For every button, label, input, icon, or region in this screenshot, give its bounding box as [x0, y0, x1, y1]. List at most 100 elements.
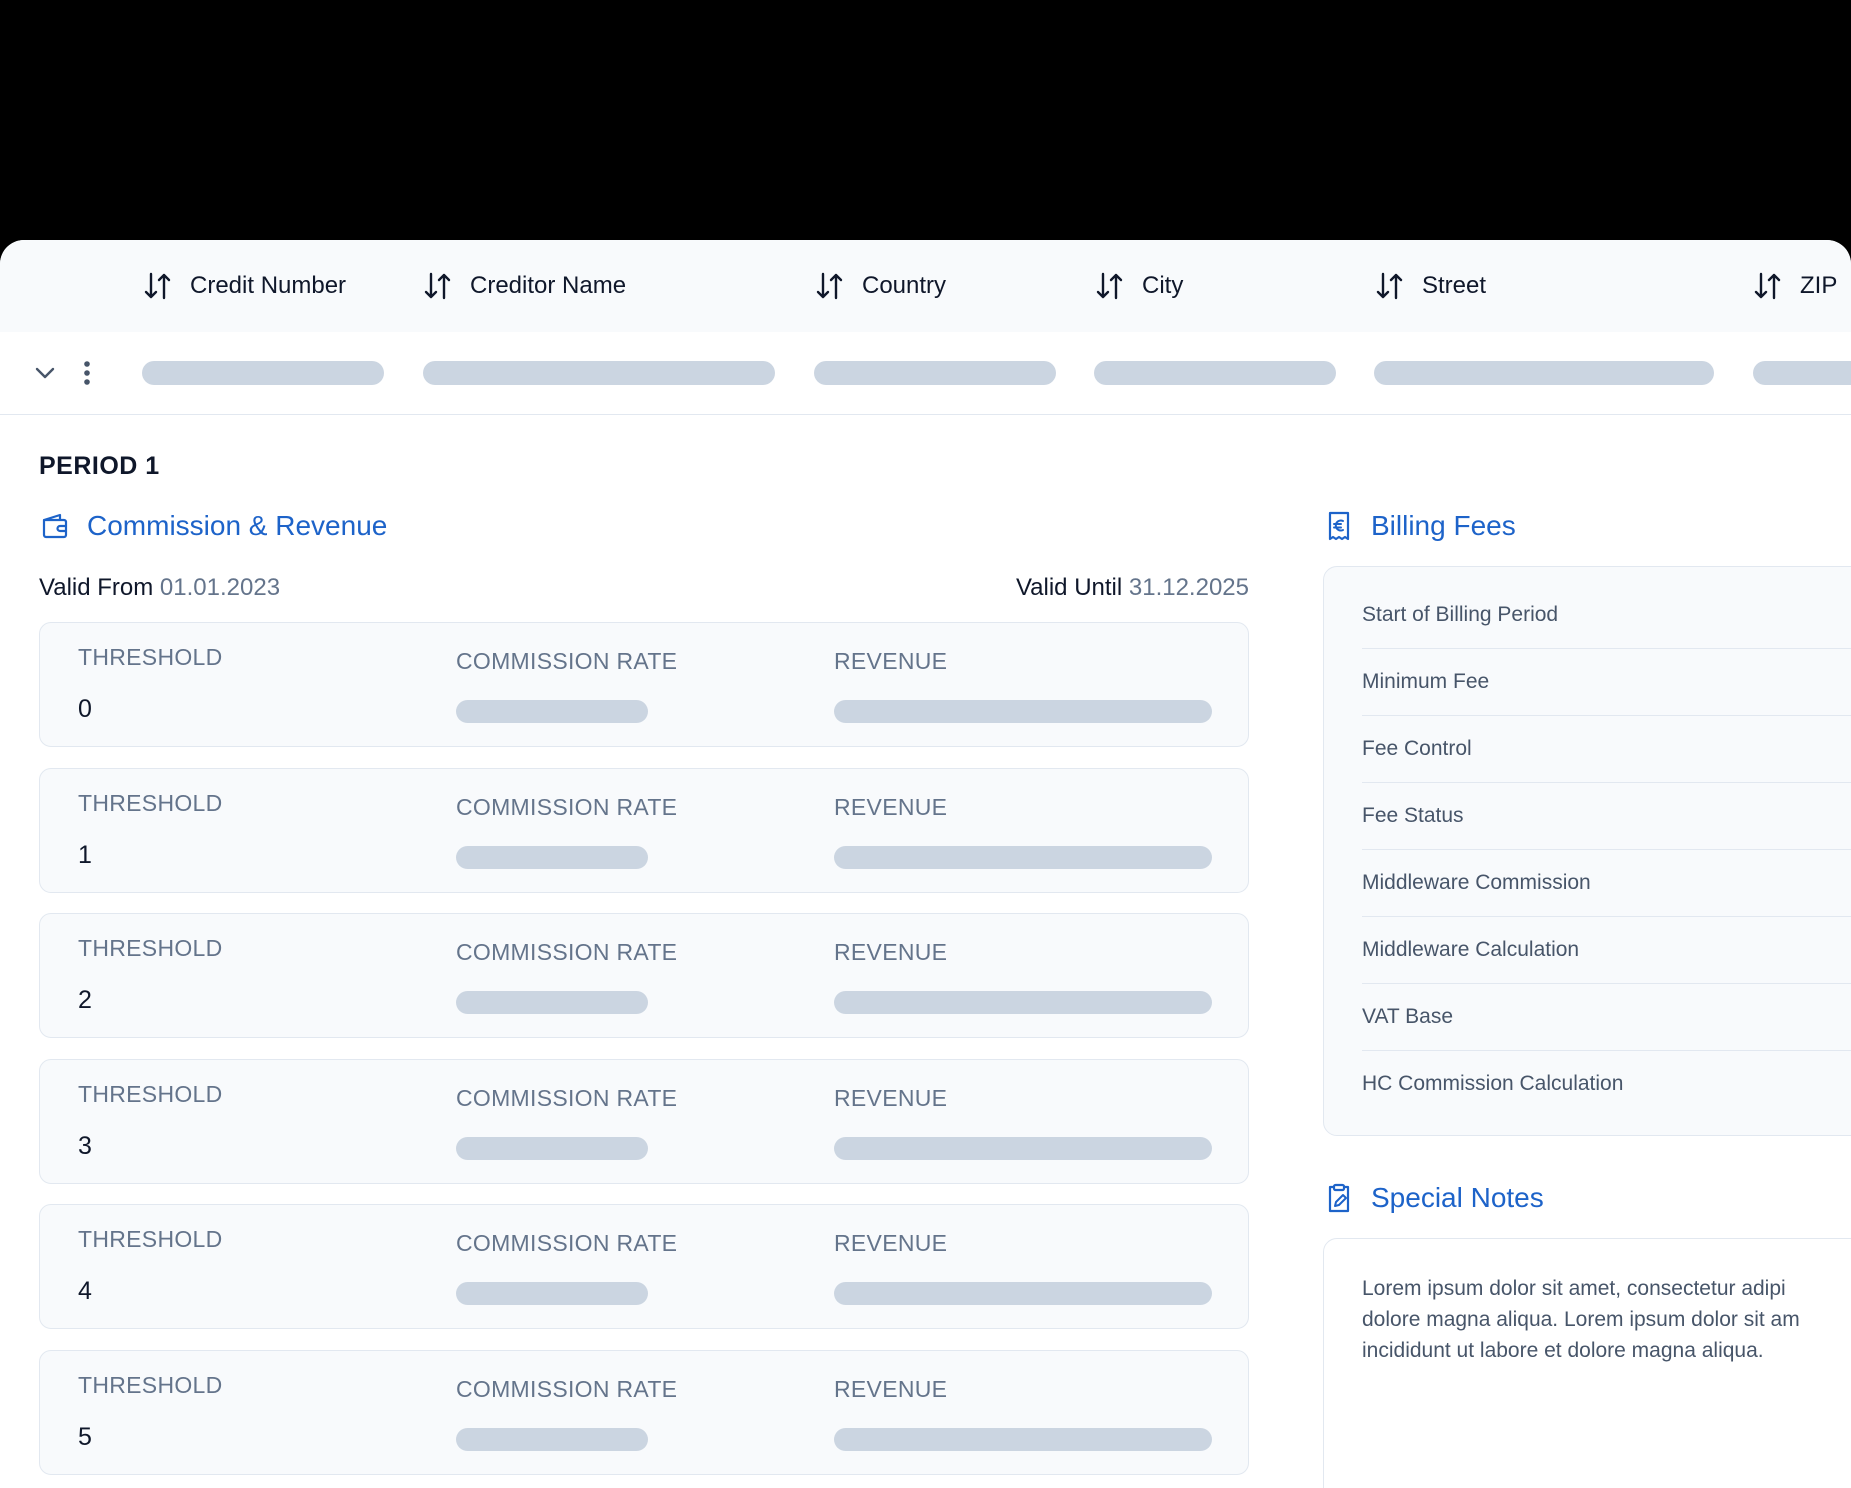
- billing-section-title: Billing Fees: [1323, 510, 1516, 542]
- threshold-label: THRESHOLD: [78, 644, 223, 670]
- column-label: City: [1142, 272, 1184, 299]
- threshold-card-3: THRESHOLD COMMISSION RATE REVENUE 3: [39, 1059, 1249, 1184]
- column-header-street[interactable]: Street: [1374, 240, 1486, 332]
- wallet-icon: [42, 513, 68, 539]
- revenue-label: REVENUE: [834, 1230, 948, 1256]
- threshold-value: 0: [78, 695, 92, 723]
- skeleton-creditor-name: [423, 361, 775, 385]
- skeleton-commission-rate: [456, 700, 648, 723]
- chevron-down-icon[interactable]: [28, 356, 62, 390]
- billing-item: VAT Base: [1362, 983, 1851, 1051]
- skeleton-credit-number: [142, 361, 384, 385]
- revenue-label: REVENUE: [834, 1376, 948, 1402]
- column-label: Credit Number: [190, 272, 347, 299]
- threshold-value: 5: [78, 1423, 92, 1451]
- column-header-credit-number[interactable]: Credit Number: [142, 240, 346, 332]
- special-notes-panel: Lorem ipsum dolor sit amet, consectetur …: [1323, 1238, 1851, 1488]
- sort-arrows-icon: [1096, 272, 1123, 300]
- valid-until: Valid Until 31.12.2025: [1016, 574, 1249, 602]
- billing-item: Minimum Fee: [1362, 648, 1851, 716]
- skeleton-revenue: [834, 1428, 1212, 1451]
- revenue-label: REVENUE: [834, 939, 948, 965]
- commission-rate-label: COMMISSION RATE: [456, 1376, 678, 1402]
- billing-item: HC Commission Calculation: [1362, 1071, 1624, 1095]
- column-header-country[interactable]: Country: [814, 240, 946, 332]
- valid-from: Valid From 01.01.2023: [39, 574, 280, 602]
- period-title: PERIOD 1: [39, 452, 160, 480]
- valid-until-value: 31.12.2025: [1128, 574, 1249, 601]
- skeleton-commission-rate: [456, 1428, 648, 1451]
- skeleton-zip: [1753, 361, 1851, 385]
- special-notes-text: Lorem ipsum dolor sit amet, consectetur …: [1362, 1273, 1851, 1366]
- commission-rate-label: COMMISSION RATE: [456, 648, 678, 674]
- sort-arrows-icon: [1376, 272, 1403, 300]
- column-label: Country: [862, 272, 947, 299]
- threshold-label: THRESHOLD: [78, 1226, 223, 1252]
- skeleton-revenue: [834, 700, 1212, 723]
- skeleton-revenue: [834, 1137, 1212, 1160]
- skeleton-country: [814, 361, 1056, 385]
- billing-fees-panel: Start of Billing Period Minimum Fee Fee …: [1323, 566, 1851, 1136]
- more-vertical-icon[interactable]: [70, 356, 104, 390]
- commission-rate-label: COMMISSION RATE: [456, 1230, 678, 1256]
- threshold-card-0: THRESHOLD COMMISSION RATE REVENUE 0: [39, 622, 1249, 747]
- column-label: Street: [1422, 272, 1487, 299]
- threshold-value: 1: [78, 841, 92, 869]
- column-header-city[interactable]: City: [1094, 240, 1183, 332]
- column-label: ZIP: [1800, 272, 1838, 299]
- billing-item: Start of Billing Period: [1362, 581, 1851, 649]
- notes-line: incididunt ut labore et dolore magna ali…: [1362, 1339, 1764, 1362]
- skeleton-revenue: [834, 846, 1212, 869]
- column-label: Creditor Name: [470, 272, 627, 299]
- valid-from-label: Valid From: [39, 574, 154, 601]
- valid-until-label: Valid Until: [1015, 574, 1123, 601]
- threshold-label: THRESHOLD: [78, 1372, 223, 1398]
- skeleton-city: [1094, 361, 1336, 385]
- billing-item: Middleware Calculation: [1362, 916, 1851, 984]
- billing-item: Fee Status: [1362, 782, 1851, 850]
- sort-arrows-icon: [816, 272, 843, 300]
- threshold-value: 4: [78, 1277, 92, 1305]
- threshold-card-5: THRESHOLD COMMISSION RATE REVENUE 5: [39, 1350, 1249, 1475]
- clipboard-edit-icon: [1328, 1183, 1350, 1213]
- threshold-label: THRESHOLD: [78, 790, 223, 816]
- skeleton-revenue: [834, 1282, 1212, 1305]
- billing-item: Fee Control: [1362, 715, 1851, 783]
- threshold-card-1: THRESHOLD COMMISSION RATE REVENUE 1: [39, 768, 1249, 893]
- notes-line: dolore magna aliqua. Lorem ipsum dolor s…: [1362, 1308, 1800, 1331]
- threshold-label: THRESHOLD: [78, 935, 223, 961]
- commission-rate-label: COMMISSION RATE: [456, 939, 678, 965]
- sort-arrows-icon: [144, 272, 171, 300]
- column-header-creditor-name[interactable]: Creditor Name: [422, 240, 626, 332]
- table-row[interactable]: [0, 332, 1851, 415]
- skeleton-commission-rate: [456, 991, 648, 1014]
- commission-rate-label: COMMISSION RATE: [456, 794, 678, 820]
- column-header-zip[interactable]: ZIP: [1752, 240, 1837, 332]
- skeleton-revenue: [834, 991, 1212, 1014]
- sort-arrows-icon: [1754, 272, 1781, 300]
- revenue-label: REVENUE: [834, 1085, 948, 1111]
- threshold-value: 3: [78, 1132, 92, 1160]
- threshold-value: 2: [78, 986, 92, 1014]
- revenue-label: REVENUE: [834, 794, 948, 820]
- skeleton-street: [1374, 361, 1714, 385]
- billing-section-label: Billing Fees: [1371, 510, 1516, 541]
- commission-section-label: Commission & Revenue: [87, 510, 388, 541]
- threshold-card-2: THRESHOLD COMMISSION RATE REVENUE 2: [39, 913, 1249, 1038]
- threshold-card-4: THRESHOLD COMMISSION RATE REVENUE 4: [39, 1204, 1249, 1329]
- notes-section-label: Special Notes: [1371, 1182, 1544, 1213]
- commission-rate-label: COMMISSION RATE: [456, 1085, 678, 1111]
- notes-section-title: Special Notes: [1323, 1182, 1544, 1214]
- billing-item: Middleware Commission: [1362, 849, 1851, 917]
- skeleton-commission-rate: [456, 846, 648, 869]
- skeleton-commission-rate: [456, 1282, 648, 1305]
- creditor-card: Credit Number Creditor Name Country City…: [0, 240, 1851, 1488]
- threshold-label: THRESHOLD: [78, 1081, 223, 1107]
- table-header: Credit Number Creditor Name Country City…: [0, 240, 1851, 333]
- valid-from-value: 01.01.2023: [159, 574, 281, 601]
- notes-line: Lorem ipsum dolor sit amet, consectetur …: [1362, 1277, 1786, 1300]
- euro-receipt-icon: [1328, 511, 1350, 541]
- revenue-label: REVENUE: [834, 648, 948, 674]
- skeleton-commission-rate: [456, 1137, 648, 1160]
- sort-arrows-icon: [424, 272, 451, 300]
